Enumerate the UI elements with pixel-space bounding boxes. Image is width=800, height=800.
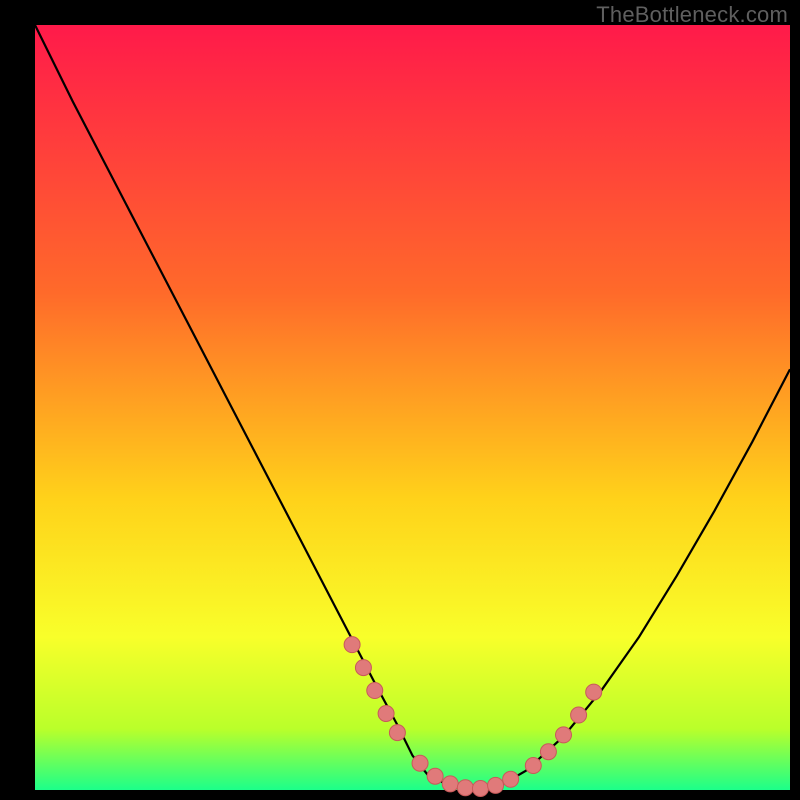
watermark-text: TheBottleneck.com (596, 2, 788, 28)
data-dot (571, 707, 587, 723)
chart-stage: TheBottleneck.com (0, 0, 800, 800)
data-dot (389, 725, 405, 741)
data-dot (355, 660, 371, 676)
data-dot (586, 684, 602, 700)
chart-svg (0, 0, 800, 800)
data-dot (367, 683, 383, 699)
data-dot (472, 780, 488, 796)
data-dot (525, 758, 541, 774)
data-dot (503, 771, 519, 787)
data-dot (378, 706, 394, 722)
data-dot (488, 777, 504, 793)
data-dot (344, 637, 360, 653)
data-dot (556, 727, 572, 743)
data-dot (412, 755, 428, 771)
data-dot (457, 780, 473, 796)
data-dot (427, 768, 443, 784)
plot-background (35, 25, 790, 790)
data-dot (442, 776, 458, 792)
data-dot (540, 744, 556, 760)
